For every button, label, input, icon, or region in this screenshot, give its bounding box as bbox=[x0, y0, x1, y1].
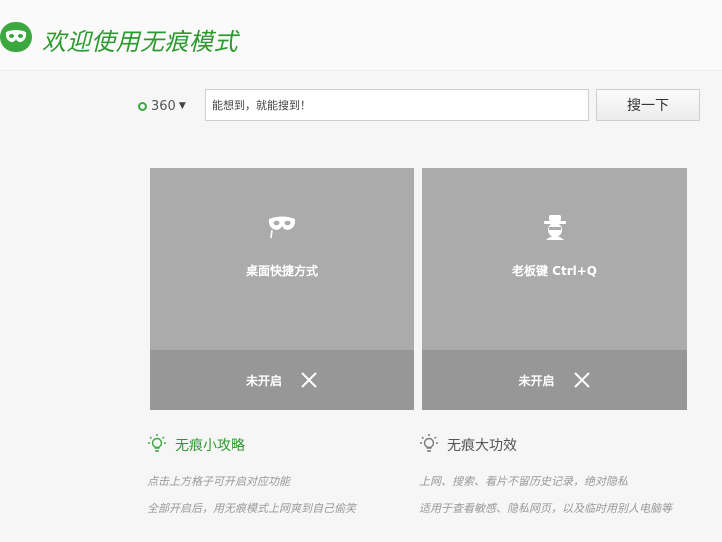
tile-label: 桌面快捷方式 bbox=[245, 264, 318, 278]
search-input[interactable] bbox=[205, 89, 589, 121]
close-icon[interactable] bbox=[573, 371, 591, 389]
search-engine-label: 360 bbox=[151, 98, 176, 114]
status-text: 未开启 bbox=[518, 373, 555, 388]
header-bar: 欢迎使用无痕模式 bbox=[0, 0, 722, 71]
boss-key-icon bbox=[541, 214, 569, 244]
close-icon[interactable] bbox=[300, 371, 318, 389]
tip-title: 无痕大功效 bbox=[447, 438, 517, 454]
360-ring-icon bbox=[138, 101, 147, 111]
tile-toggle[interactable]: 未开启 bbox=[150, 350, 414, 410]
lightbulb-icon bbox=[419, 433, 439, 457]
mask-icon bbox=[267, 214, 297, 244]
tip-line: 适用于查看敏感、隐私网页，以及临时用别人电脑等 bbox=[419, 502, 672, 515]
tile-toggle[interactable]: 未开启 bbox=[422, 350, 687, 410]
page-title: 欢迎使用无痕模式 bbox=[42, 28, 238, 56]
lightbulb-icon bbox=[147, 433, 167, 457]
tile-desktop-shortcut[interactable]: 桌面快捷方式 未开启 bbox=[150, 168, 414, 410]
tip-line: 全部开启后，用无痕模式上网爽到自己偷笑 bbox=[147, 502, 356, 515]
search-button[interactable]: 搜一下 bbox=[596, 89, 700, 121]
status-text: 未开启 bbox=[245, 373, 282, 388]
tip-title: 无痕小攻略 bbox=[175, 438, 245, 454]
search-engine-selector[interactable]: 360 ▼ bbox=[138, 95, 186, 117]
tile-boss-key[interactable]: 老板键 Ctrl+Q 未开启 bbox=[422, 168, 687, 410]
tip-line: 上网、搜索、看片不留历史记录，绝对隐私 bbox=[419, 475, 628, 488]
chevron-down-icon: ▼ bbox=[178, 101, 186, 111]
tip-line: 点击上方格子可开启对应功能 bbox=[147, 475, 290, 488]
incognito-logo-icon bbox=[0, 22, 32, 52]
tile-label: 老板键 Ctrl+Q bbox=[511, 264, 597, 278]
tip-heading-guide: 无痕小攻略 bbox=[147, 433, 245, 457]
tip-heading-benefits: 无痕大功效 bbox=[419, 433, 517, 457]
